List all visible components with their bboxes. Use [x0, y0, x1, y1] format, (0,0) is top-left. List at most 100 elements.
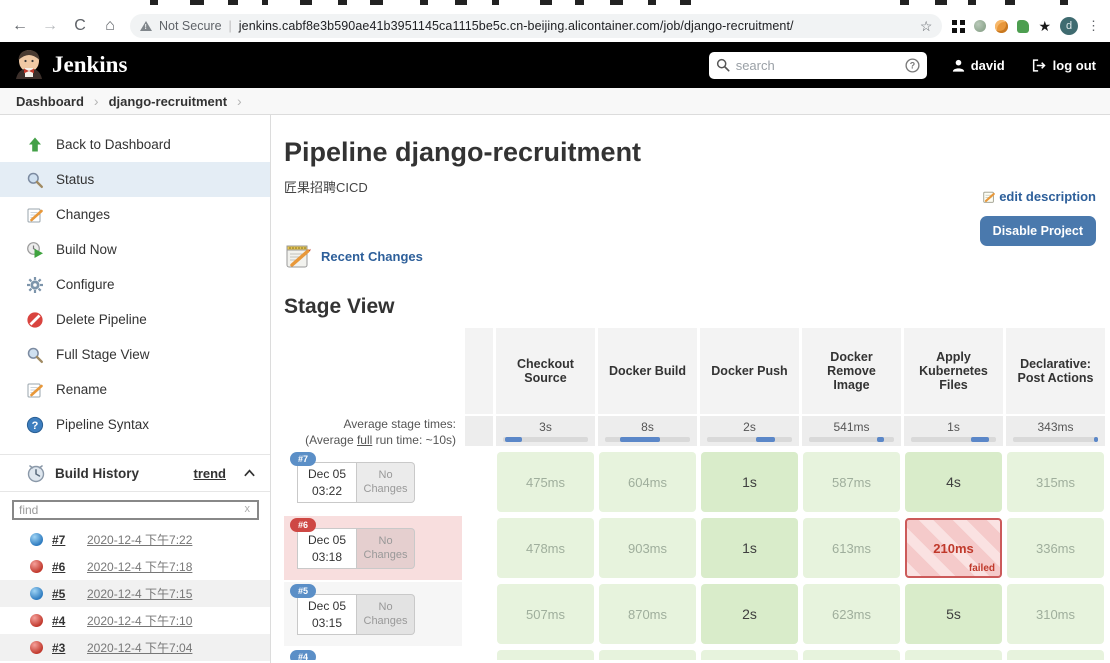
disable-project-button[interactable]: Disable Project: [980, 216, 1096, 246]
stage-cell-6-checkout-source[interactable]: 478ms: [496, 516, 595, 580]
build-status-ball[interactable]: [30, 641, 43, 654]
stage-cell-4-docker-remove-image[interactable]: [802, 648, 901, 660]
find-input[interactable]: [12, 500, 259, 520]
duration-sparkline: [707, 437, 792, 442]
search-box[interactable]: ?: [709, 52, 927, 79]
stage-cell-6-apply-kubernetes-files[interactable]: 210msfailed: [904, 516, 1003, 580]
back-icon[interactable]: ←: [10, 17, 30, 35]
build-badge[interactable]: #5: [290, 584, 316, 598]
jenkins-brand[interactable]: Jenkins: [14, 47, 127, 84]
sidebar-item-label: Configure: [56, 277, 115, 292]
sidebar-item-rename[interactable]: Rename: [0, 372, 270, 407]
search-help-icon[interactable]: ?: [905, 58, 920, 73]
sidebar-item-changes[interactable]: Changes: [0, 197, 270, 232]
stage-cell-5-docker-build[interactable]: 870ms: [598, 582, 697, 646]
stage-cell-4-declarative-post-actions[interactable]: [1006, 648, 1105, 660]
collapse-chevron-icon[interactable]: [243, 468, 256, 478]
bookmark-star-icon[interactable]: ☆: [920, 18, 933, 35]
average-full-run-link[interactable]: full: [357, 433, 372, 447]
sidebar-item-full-stage-view[interactable]: Full Stage View: [0, 337, 270, 372]
build-date-box[interactable]: Dec 0503:15: [297, 594, 357, 635]
cookie-extension-icon[interactable]: [995, 20, 1008, 33]
build-status-ball[interactable]: [30, 533, 43, 546]
sidebar-item-label: Rename: [56, 382, 107, 397]
build-badge[interactable]: #6: [290, 518, 316, 532]
sidebar-item-configure[interactable]: Configure: [0, 267, 270, 302]
stage-cell-4-checkout-source[interactable]: [496, 648, 595, 660]
stage-cell-7-declarative-post-actions[interactable]: 315ms: [1006, 450, 1105, 514]
build-link[interactable]: #7: [52, 533, 78, 547]
logout-button[interactable]: log out: [1031, 58, 1096, 73]
breadcrumb-separator: ›: [237, 93, 242, 109]
build-link[interactable]: #6: [52, 560, 78, 574]
build-status-ball[interactable]: [30, 560, 43, 573]
stage-cell-5-checkout-source[interactable]: 507ms: [496, 582, 595, 646]
browser-profile-avatar[interactable]: d: [1060, 17, 1078, 35]
stage-cell-4-docker-build[interactable]: [598, 648, 697, 660]
stage-header-spacer: [465, 328, 493, 414]
build-row-info-6: #6Dec 0503:18No Changes: [284, 516, 462, 580]
stage-cell-6-docker-push[interactable]: 1s: [700, 516, 799, 580]
edit-description-link[interactable]: edit description: [982, 189, 1096, 204]
build-link[interactable]: #5: [52, 587, 78, 601]
stage-cell-7-docker-remove-image[interactable]: 587ms: [802, 450, 901, 514]
sidebar-item-pipeline-syntax[interactable]: ?Pipeline Syntax: [0, 407, 270, 442]
qr-extension-icon[interactable]: [952, 20, 965, 33]
build-date-box[interactable]: Dec 0503:22: [297, 462, 357, 503]
build-status-ball[interactable]: [30, 614, 43, 627]
stage-cell-5-declarative-post-actions[interactable]: 310ms: [1006, 582, 1105, 646]
build-link[interactable]: #3: [52, 641, 78, 655]
sidebar-item-build-now[interactable]: Build Now: [0, 232, 270, 267]
star-extension-icon[interactable]: ★: [1038, 19, 1051, 33]
breadcrumb-item-dashboard[interactable]: Dashboard: [16, 94, 84, 109]
stage-cell-7-docker-push[interactable]: 1s: [700, 450, 799, 514]
sidebar-item-delete-pipeline[interactable]: Delete Pipeline: [0, 302, 270, 337]
browser-menu-icon[interactable]: ⋮: [1087, 18, 1100, 34]
find-clear-button[interactable]: x: [245, 503, 251, 515]
stage-cell-7-checkout-source[interactable]: 475ms: [496, 450, 595, 514]
status-dot-extension-icon[interactable]: [974, 20, 986, 32]
build-status-ball[interactable]: [30, 587, 43, 600]
stage-cell-6-declarative-post-actions[interactable]: 336ms: [1006, 516, 1105, 580]
forward-icon[interactable]: →: [40, 17, 60, 35]
build-date-link[interactable]: 2020-12-4 下午7:10: [87, 612, 192, 629]
home-icon[interactable]: ⌂: [100, 17, 120, 35]
sidebar-item-status[interactable]: Status: [0, 162, 270, 197]
stage-cell-6-docker-build[interactable]: 903ms: [598, 516, 697, 580]
sidebar-item-label: Delete Pipeline: [56, 312, 147, 327]
stage-cell-4-docker-push[interactable]: [700, 648, 799, 660]
not-secure-warning-icon[interactable]: !: [140, 21, 152, 31]
build-date-link[interactable]: 2020-12-4 下午7:04: [87, 639, 192, 656]
recent-changes-link[interactable]: Recent Changes: [321, 249, 423, 264]
stage-cell-7-docker-build[interactable]: 604ms: [598, 450, 697, 514]
breadcrumb-item-django-recruitment[interactable]: django-recruitment: [109, 94, 227, 109]
stage-cell-5-apply-kubernetes-files[interactable]: 5s: [904, 582, 1003, 646]
build-date-link[interactable]: 2020-12-4 下午7:15: [87, 585, 192, 602]
duration-sparkline: [911, 437, 996, 442]
evernote-extension-icon[interactable]: [1017, 20, 1029, 33]
stage-cell-5-docker-push[interactable]: 2s: [700, 582, 799, 646]
sidebar-item-back-to-dashboard[interactable]: Back to Dashboard: [0, 127, 270, 162]
build-badge[interactable]: #7: [290, 452, 316, 466]
build-history-row: #6 2020-12-4 下午7:18: [0, 553, 270, 580]
stage-cell-5-docker-remove-image[interactable]: 623ms: [802, 582, 901, 646]
build-date-box[interactable]: Dec 0503:18: [297, 528, 357, 569]
search-input[interactable]: [736, 58, 899, 73]
average-value: 3s: [539, 420, 552, 434]
stage-cell-6-docker-remove-image[interactable]: 613ms: [802, 516, 901, 580]
address-bar-divider: |: [229, 19, 232, 33]
build-link[interactable]: #4: [52, 614, 78, 628]
build-history-row: #7 2020-12-4 下午7:22: [0, 526, 270, 553]
stage-cell-7-apply-kubernetes-files[interactable]: 4s: [904, 450, 1003, 514]
build-date-link[interactable]: 2020-12-4 下午7:22: [87, 531, 192, 548]
address-bar[interactable]: ! Not Secure | jenkins.cabf8e3b590ae41b3…: [130, 14, 942, 38]
reload-icon[interactable]: C: [70, 17, 90, 35]
user-menu[interactable]: david: [951, 58, 1005, 73]
stage-cell-4-apply-kubernetes-files[interactable]: [904, 648, 1003, 660]
build-date-link[interactable]: 2020-12-4 下午7:18: [87, 558, 192, 575]
stage-average-docker-build: 8s: [598, 416, 697, 446]
build-badge[interactable]: #4: [290, 650, 316, 660]
stage-header-apply-kubernetes-files: Apply Kubernetes Files: [904, 328, 1003, 414]
build-changes-box: No Changes: [357, 528, 415, 569]
trend-link[interactable]: trend: [194, 466, 227, 481]
